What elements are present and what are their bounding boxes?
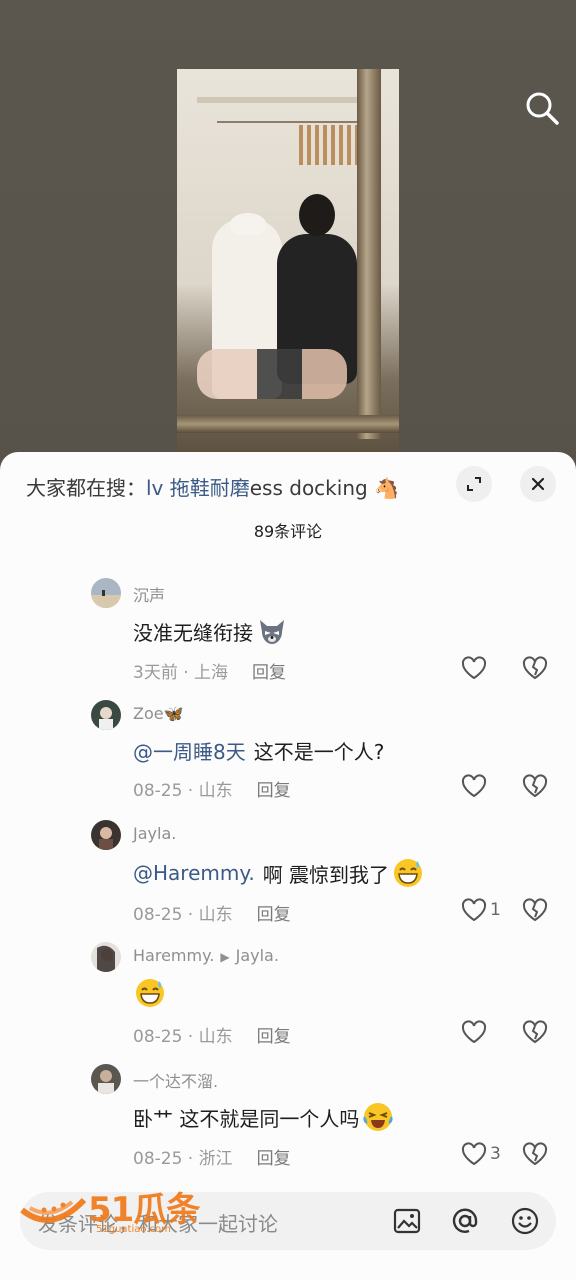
comment-item: Haremmy. ▶ Jayla. 08-25 · 山东 回复: [0, 942, 576, 1062]
heart-icon: [461, 656, 487, 680]
mention-icon[interactable]: [448, 1204, 482, 1238]
comment-location: 山东: [198, 1027, 233, 1047]
comment-meta: 08-25 · 山东 回复: [133, 905, 291, 925]
comment-meta: 08-25 · 浙江 回复: [133, 1149, 291, 1169]
comment-username[interactable]: Jayla.: [133, 824, 176, 843]
comment-location: 山东: [198, 905, 233, 925]
close-button[interactable]: [520, 466, 556, 502]
avatar[interactable]: [91, 820, 121, 850]
comment-username[interactable]: 一个达不溜.: [133, 1068, 218, 1092]
like-button[interactable]: 1: [460, 896, 501, 924]
heart-icon: [461, 1020, 487, 1044]
dislike-button[interactable]: [521, 1140, 549, 1172]
dislike-button[interactable]: [521, 772, 549, 804]
close-icon: [531, 477, 545, 491]
broken-heart-icon: [522, 774, 548, 798]
comment-sheet: 大家都在搜：lv 拖鞋耐磨ess docking 🐴 89条评论 沉声 没准无缝…: [0, 452, 576, 1280]
broken-heart-icon: [522, 1020, 548, 1044]
comment-meta: 08-25 · 山东 回复: [133, 781, 291, 801]
like-button[interactable]: [460, 772, 490, 800]
dislike-button[interactable]: [521, 1018, 549, 1050]
comment-meta: 3天前 · 上海 回复: [133, 663, 287, 683]
comment-username: Haremmy. ▶ Jayla.: [133, 946, 279, 965]
broken-heart-icon: [522, 656, 548, 680]
comment-body: 没准无缝衔接: [133, 620, 253, 645]
reply-button[interactable]: 回复: [257, 905, 291, 925]
hot-search-prefix: 大家都在搜：: [26, 476, 146, 500]
comment-location: 山东: [198, 781, 233, 801]
hot-search-banner[interactable]: 大家都在搜：lv 拖鞋耐磨ess docking 🐴: [26, 472, 446, 501]
comment-sheet-header: 大家都在搜：lv 拖鞋耐磨ess docking 🐴 89条评论: [0, 452, 576, 562]
emoji-icon[interactable]: [508, 1204, 542, 1238]
reply-target[interactable]: Jayla.: [236, 946, 279, 965]
comment-text: [133, 976, 167, 1010]
comment-time: 08-25: [133, 1027, 183, 1047]
comment-item: Zoe🦋 @一周睡8天 这不是一个人? 08-25 · 山东 回复: [0, 700, 576, 820]
comment-time: 3天前: [133, 663, 178, 683]
broken-heart-icon: [522, 898, 548, 922]
comment-time: 08-25: [133, 781, 183, 801]
search-icon[interactable]: [522, 88, 562, 128]
avatar[interactable]: [91, 700, 121, 730]
avatar[interactable]: [91, 942, 121, 972]
comment-input-placeholder[interactable]: 发条评论，和大家一起讨论: [38, 1208, 278, 1237]
comment-username[interactable]: Zoe🦋: [133, 704, 184, 723]
comment-text: @Haremmy. 啊 震惊到我了: [133, 856, 425, 890]
heart-icon: [461, 898, 487, 922]
reply-button[interactable]: 回复: [257, 1149, 291, 1169]
video-player[interactable]: [0, 0, 576, 470]
comment-author[interactable]: Haremmy.: [133, 946, 214, 965]
reply-button[interactable]: 回复: [257, 781, 291, 801]
like-button[interactable]: [460, 654, 490, 682]
comment-count: 89条评论: [253, 522, 323, 541]
hot-search-rest: ess docking 🐴: [249, 476, 399, 500]
video-frame-image: [177, 69, 399, 459]
like-button[interactable]: [460, 1018, 490, 1046]
comment-item: 沉声 没准无缝衔接 3天前 · 上海 回复: [0, 578, 576, 698]
reply-arrow-icon: ▶: [220, 950, 230, 964]
comment-location: 浙江: [198, 1149, 233, 1169]
dislike-button[interactable]: [521, 896, 549, 928]
like-count: 3: [490, 1144, 501, 1164]
avatar[interactable]: [91, 578, 121, 608]
comment-time: 08-25: [133, 1149, 183, 1169]
comment-body: 啊 震惊到我了: [262, 862, 390, 887]
hot-search-term[interactable]: lv 拖鞋耐磨: [146, 476, 250, 500]
comment-text: 没准无缝衔接: [133, 614, 289, 648]
like-button[interactable]: 3: [460, 1140, 501, 1168]
avatar[interactable]: [91, 1064, 121, 1094]
dislike-button[interactable]: [521, 654, 549, 686]
comment-mention[interactable]: @一周睡8天: [133, 736, 246, 765]
grin-sweat-emoji-icon: [136, 979, 164, 1007]
expand-button[interactable]: [456, 466, 492, 502]
reply-button[interactable]: 回复: [257, 1027, 291, 1047]
comment-time: 08-25: [133, 905, 183, 925]
comment-input-bar[interactable]: 发条评论，和大家一起讨论: [20, 1192, 556, 1250]
comment-username[interactable]: 沉声: [133, 582, 165, 606]
comment-body: 这不是一个人?: [253, 740, 385, 764]
image-icon[interactable]: [390, 1204, 424, 1238]
comment-item: Jayla. @Haremmy. 啊 震惊到我了 08-25 · 山东 回复 1: [0, 820, 576, 940]
comment-text: 卧艹 这不就是同一个人吗: [133, 1100, 395, 1134]
heart-icon: [461, 774, 487, 798]
comment-item: 一个达不溜. 卧艹 这不就是同一个人吗 08-25 · 浙江 回复 3: [0, 1064, 576, 1184]
expand-icon: [467, 477, 481, 491]
broken-heart-icon: [522, 1142, 548, 1166]
comment-text: @一周睡8天 这不是一个人?: [133, 736, 384, 765]
reply-button[interactable]: 回复: [252, 663, 286, 683]
comment-meta: 08-25 · 山东 回复: [133, 1027, 291, 1047]
crying-laugh-emoji-icon: [363, 1103, 393, 1131]
comment-mention[interactable]: @Haremmy.: [133, 861, 255, 885]
heart-icon: [461, 1142, 487, 1166]
wolf-emoji-icon: [260, 620, 284, 644]
grin-sweat-emoji-icon: [394, 859, 423, 887]
like-count: 1: [490, 900, 501, 920]
comment-body: 卧艹 这不就是同一个人吗: [133, 1106, 360, 1131]
comment-location: 上海: [194, 663, 229, 683]
